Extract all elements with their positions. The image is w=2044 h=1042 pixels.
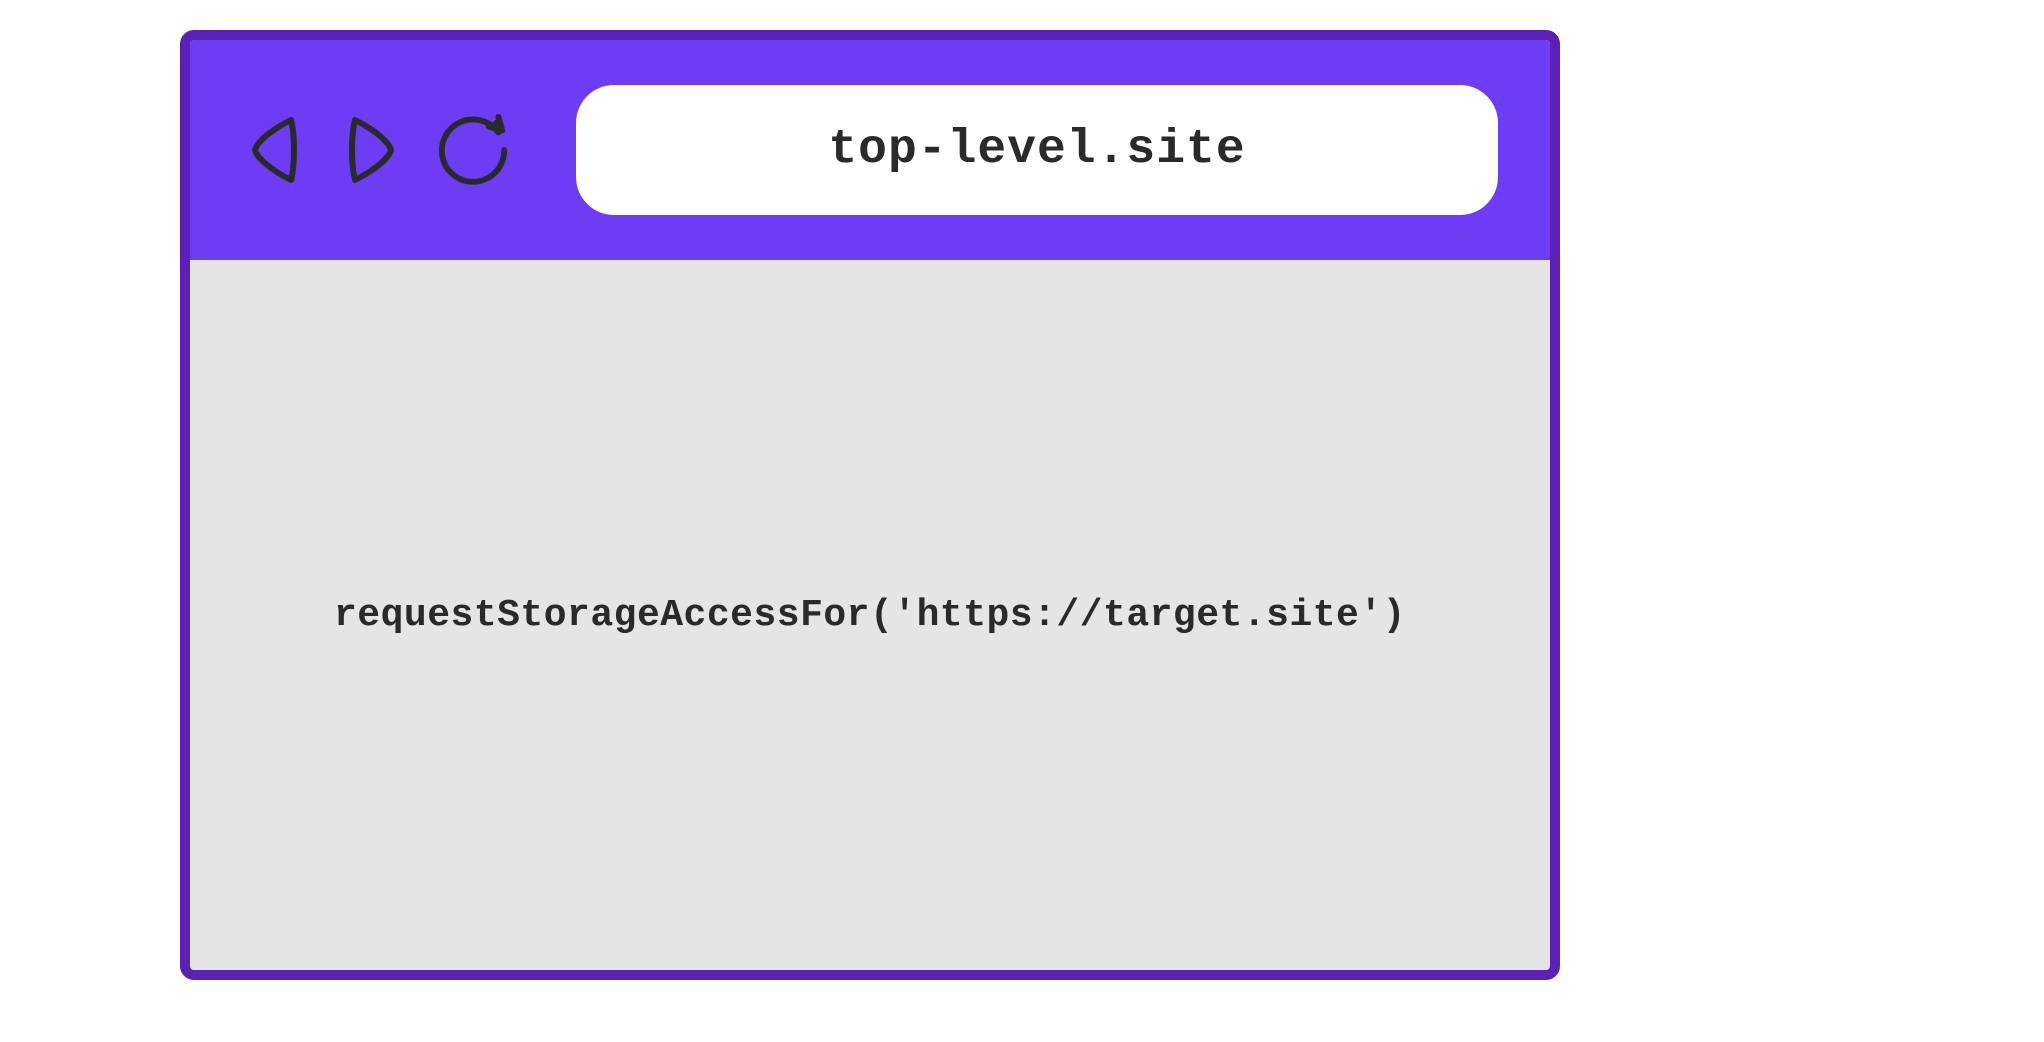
address-bar[interactable]: top-level.site: [576, 85, 1498, 215]
forward-icon[interactable]: [338, 109, 404, 191]
page-viewport: requestStorageAccessFor('https://target.…: [190, 260, 1550, 970]
nav-icon-group: [242, 109, 512, 191]
address-bar-text: top-level.site: [828, 123, 1245, 177]
code-snippet: requestStorageAccessFor('https://target.…: [334, 594, 1406, 637]
browser-toolbar: top-level.site: [190, 40, 1550, 260]
reload-icon[interactable]: [434, 111, 512, 189]
back-icon[interactable]: [242, 109, 308, 191]
browser-window: top-level.site requestStorageAccessFor('…: [180, 30, 1560, 980]
canvas: top-level.site requestStorageAccessFor('…: [0, 0, 2044, 1042]
